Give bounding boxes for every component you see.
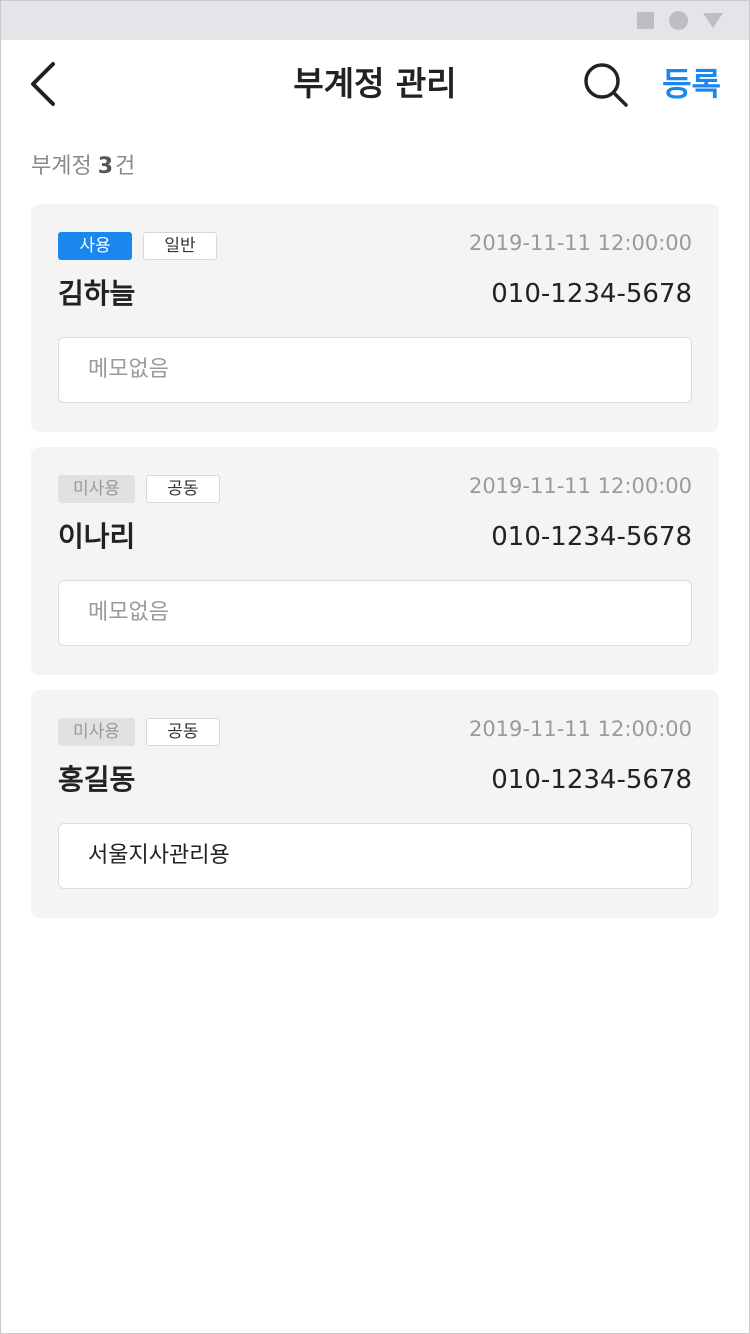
- registered-datetime: 2019-11-11 12:00:00: [468, 231, 692, 255]
- memo-field[interactable]: 메모없음: [58, 580, 692, 646]
- status-icons: [637, 11, 723, 30]
- type-badge: 공동: [145, 718, 220, 746]
- count-unit: 건: [115, 154, 136, 179]
- status-bar: [1, 1, 749, 40]
- back-triangle-icon: [703, 13, 723, 28]
- memo-field[interactable]: 서울지사관리용: [58, 823, 692, 889]
- account-list: 사용 일반 2019-11-11 12:00:00 김하늘 010-1234-5…: [1, 204, 749, 918]
- type-badge: 공동: [145, 475, 220, 503]
- registered-datetime: 2019-11-11 12:00:00: [468, 717, 692, 741]
- app-header: 부계정 관리 등록: [1, 40, 749, 128]
- badge-group: 사용 일반: [58, 232, 228, 260]
- account-name: 이나리: [58, 520, 136, 553]
- account-card[interactable]: 사용 일반 2019-11-11 12:00:00 김하늘 010-1234-5…: [31, 204, 719, 432]
- memo-field[interactable]: 메모없음: [58, 337, 692, 403]
- account-count: 부계정 3건: [31, 149, 749, 185]
- status-badge: 미사용: [58, 718, 135, 746]
- type-badge: 일반: [143, 232, 217, 260]
- account-name: 김하늘: [58, 277, 136, 310]
- search-icon: [584, 63, 628, 107]
- count-number: 3: [97, 154, 114, 179]
- badge-group: 미사용 공동: [58, 475, 231, 503]
- page-title: 부계정 관리: [293, 64, 457, 103]
- account-phone: 010-1234-5678: [491, 765, 692, 795]
- search-button[interactable]: [581, 60, 629, 108]
- account-card[interactable]: 미사용 공동 2019-11-11 12:00:00 이나리 010-1234-…: [31, 447, 719, 675]
- register-button[interactable]: 등록: [662, 62, 721, 106]
- account-card[interactable]: 미사용 공동 2019-11-11 12:00:00 홍길동 010-1234-…: [31, 690, 719, 918]
- status-badge: 미사용: [58, 475, 135, 503]
- account-phone: 010-1234-5678: [491, 279, 692, 309]
- count-label: 부계정: [31, 154, 92, 179]
- account-name: 홍길동: [58, 763, 136, 796]
- home-icon: [669, 11, 688, 30]
- status-badge: 사용: [58, 232, 132, 260]
- sub-account-management-screen: 부계정 관리 등록 부계정 3건 사용 일반 2019-11-11 12:00:0…: [0, 0, 750, 1334]
- account-phone: 010-1234-5678: [491, 522, 692, 552]
- recent-apps-icon: [637, 12, 654, 29]
- badge-group: 미사용 공동: [58, 718, 231, 746]
- registered-datetime: 2019-11-11 12:00:00: [468, 474, 692, 498]
